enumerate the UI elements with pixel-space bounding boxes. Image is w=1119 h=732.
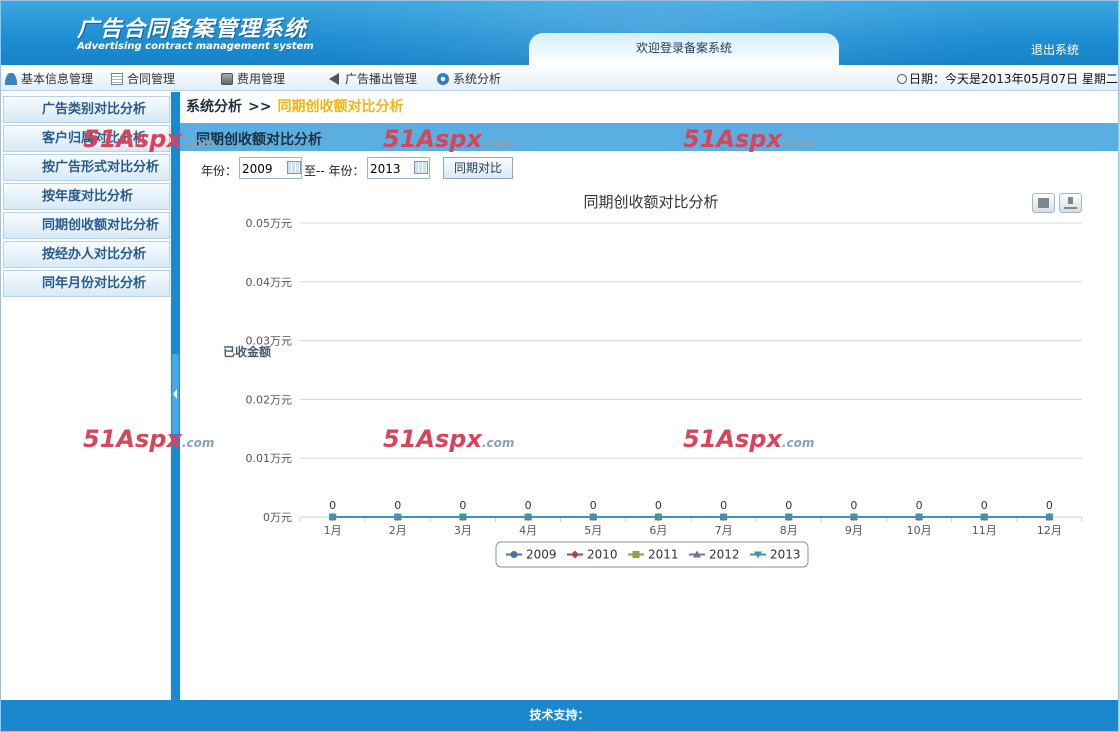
data-label: 0 xyxy=(655,499,662,512)
breadcrumb-current: 同期创收额对比分析 xyxy=(277,99,404,115)
nav-item-analysis[interactable]: 系统分析 xyxy=(437,70,501,87)
welcome-tab: 欢迎登录备案系统 xyxy=(529,33,839,65)
nav-item-label: 基本信息管理 xyxy=(21,72,94,86)
printer-icon xyxy=(1038,198,1049,208)
x-tick-label: 1月 xyxy=(324,524,342,537)
x-tick-label: 9月 xyxy=(845,524,863,537)
compare-button[interactable]: 同期对比 xyxy=(443,157,513,179)
nav-item-label: 合同管理 xyxy=(127,72,176,86)
x-tick-label: 6月 xyxy=(649,524,667,537)
breadcrumb: 系统分析 >> 同期创收额对比分析 xyxy=(186,96,403,116)
data-label: 0 xyxy=(916,499,923,512)
clock-icon xyxy=(897,74,907,84)
section-title: 同期创收额对比分析 xyxy=(196,132,322,148)
top-nav: 基本信息管理 合同管理 费用管理 广告播出管理 系统分析 日期：今天是2013年… xyxy=(1,65,1118,91)
data-label: 0 xyxy=(720,499,727,512)
gear-icon xyxy=(437,72,449,85)
data-label: 0 xyxy=(329,499,336,512)
y-tick-label: 0.01万元 xyxy=(246,452,293,465)
calendar-icon[interactable] xyxy=(287,161,301,174)
logout-link[interactable]: 退出系统 xyxy=(1031,41,1079,58)
data-label: 0 xyxy=(459,499,466,512)
data-label: 0 xyxy=(850,499,857,512)
x-tick-label: 12月 xyxy=(1037,524,1062,537)
x-tick-label: 5月 xyxy=(584,524,602,537)
legend-label: 2010 xyxy=(587,548,618,562)
legend-label: 2012 xyxy=(709,548,740,562)
nav-item-label: 广告播出管理 xyxy=(345,72,418,86)
download-base xyxy=(1064,207,1077,209)
nav-item-contract[interactable]: 合同管理 xyxy=(111,70,175,87)
sidebar: 广告类别对比分析 客户归属对比分析 按广告形式对比分析 按年度对比分析 同期创收… xyxy=(1,92,171,700)
legend-marker xyxy=(510,551,518,558)
breadcrumb-separator: >> xyxy=(248,99,272,115)
app-subtitle: Advertising contract management system xyxy=(77,41,314,52)
date-display: 日期：今天是2013年05月07日 星期二 xyxy=(897,70,1118,87)
legend-marker xyxy=(632,551,640,558)
section-header: 同期创收额对比分析 xyxy=(180,123,1118,151)
app-window: 广告合同备案管理系统 Advertising contract manageme… xyxy=(0,0,1119,732)
document-icon xyxy=(111,72,123,85)
sidebar-item-same-period-revenue[interactable]: 同期创收额对比分析 xyxy=(3,212,170,239)
speaker-icon xyxy=(329,72,339,85)
user-icon xyxy=(5,72,17,85)
x-tick-label: 3月 xyxy=(454,524,472,537)
legend-label: 2011 xyxy=(648,548,679,562)
app-title: 广告合同备案管理系统 xyxy=(77,17,308,42)
nav-item-label: 费用管理 xyxy=(237,72,286,86)
data-label: 0 xyxy=(981,499,988,512)
y-tick-label: 0.04万元 xyxy=(246,276,293,289)
revenue-line-chart: 0万元0.01万元0.02万元0.03万元0.04万元0.05万元1月 2月 3月 4… xyxy=(246,217,1083,568)
data-label: 0 xyxy=(525,499,532,512)
y-tick-label: 0.05万元 xyxy=(246,217,293,230)
print-button[interactable] xyxy=(1032,193,1055,213)
from-year-label: 年份： xyxy=(201,164,238,178)
x-tick-label: 11月 xyxy=(972,524,997,537)
nav-item-label: 系统分析 xyxy=(453,72,502,86)
sidebar-item-same-year-month[interactable]: 同年月份对比分析 xyxy=(3,270,170,297)
x-tick-label: 7月 xyxy=(715,524,733,537)
nav-item-fees[interactable]: 费用管理 xyxy=(221,70,285,87)
export-button[interactable] xyxy=(1059,193,1082,213)
x-tick-label: 2月 xyxy=(389,524,407,537)
data-label: 0 xyxy=(590,499,597,512)
footer: 技术支持： xyxy=(1,700,1118,731)
to-year-label: 至-- 年份： xyxy=(304,164,365,178)
collapse-arrow-icon[interactable] xyxy=(173,389,177,399)
sidebar-splitter[interactable] xyxy=(171,92,180,700)
y-tick-label: 0万元 xyxy=(263,511,292,524)
x-tick-label: 10月 xyxy=(907,524,932,537)
data-label: 0 xyxy=(1046,499,1053,512)
y-axis-title: 已收金额 xyxy=(223,345,272,359)
legend-label: 2013 xyxy=(770,548,801,562)
sidebar-item-ad-category[interactable]: 广告类别对比分析 xyxy=(3,96,170,123)
x-tick-label: 4月 xyxy=(519,524,537,537)
nav-item-basic-info[interactable]: 基本信息管理 xyxy=(5,70,93,87)
sidebar-item-by-year[interactable]: 按年度对比分析 xyxy=(3,183,170,210)
sidebar-item-customer[interactable]: 客户归属对比分析 xyxy=(3,125,170,152)
date-label: 日期：今天是2013年05月07日 星期二 xyxy=(909,72,1118,86)
nav-item-broadcast[interactable]: 广告播出管理 xyxy=(329,70,417,87)
sidebar-item-by-handler[interactable]: 按经办人对比分析 xyxy=(3,241,170,268)
download-icon xyxy=(1068,197,1073,204)
chart-title: 同期创收额对比分析 xyxy=(583,193,719,211)
legend-label: 2009 xyxy=(526,548,557,562)
x-tick-label: 8月 xyxy=(780,524,798,537)
money-icon xyxy=(221,72,233,85)
header: 广告合同备案管理系统 Advertising contract manageme… xyxy=(1,1,1118,65)
data-label: 0 xyxy=(785,499,792,512)
breadcrumb-parent[interactable]: 系统分析 xyxy=(186,99,242,115)
sidebar-item-ad-form[interactable]: 按广告形式对比分析 xyxy=(3,154,170,181)
data-label: 0 xyxy=(394,499,401,512)
y-tick-label: 0.02万元 xyxy=(246,393,293,406)
calendar-icon[interactable] xyxy=(414,161,428,174)
